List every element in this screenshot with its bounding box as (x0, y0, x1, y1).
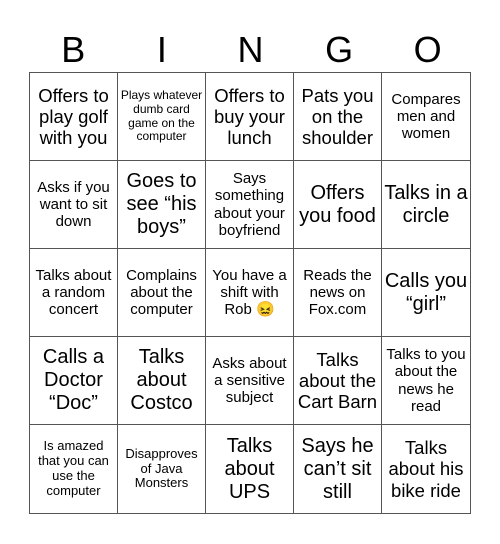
bingo-cell-text: Calls a Doctor “Doc” (42, 346, 105, 414)
bingo-cell-text: Offers to buy your lunch (214, 84, 285, 149)
bingo-cell-text: Talks about Costco (130, 346, 193, 414)
bingo-cell-text: Says he can’t sit still (301, 434, 374, 503)
bingo-cell[interactable]: Offers to play golf with you (30, 73, 118, 161)
bingo-cell-text: Says something about your boyfriend (214, 170, 285, 239)
bingo-cell[interactable]: Asks if you want to sit down (30, 161, 118, 249)
header-letter-b: B (61, 29, 86, 70)
header-letter-i: I (156, 29, 167, 70)
bingo-cell-text: Reads the news on Fox.com (303, 266, 372, 319)
bingo-cell-text: Talks about a random concert (35, 266, 112, 319)
bingo-cell[interactable]: Says something about your boyfriend (206, 161, 294, 249)
bingo-cell[interactable]: Offers you food (294, 161, 382, 249)
bingo-cell-text: Offers you food (299, 181, 376, 227)
bingo-cell-text: Asks about a sensitive subject (212, 354, 287, 407)
bingo-cell-text: Disapproves of Java Monsters (125, 445, 198, 491)
bingo-cell-text: Compares men and women (391, 90, 461, 143)
bingo-cell-text: Plays whatever dumb card game on the com… (120, 87, 203, 144)
header-letter-g: G (325, 29, 354, 70)
bingo-cell-text: Is amazed that you can use the computer (38, 438, 109, 498)
bingo-cell[interactable]: Complains about the computer (118, 249, 206, 337)
bingo-cell[interactable]: Talks in a circle (382, 161, 470, 249)
bingo-cell-text: Talks about the Cart Barn (297, 348, 378, 413)
bingo-cell[interactable]: Talks about his bike ride (382, 425, 470, 513)
bingo-header: B I N G O (29, 28, 472, 72)
bingo-cell[interactable]: Disapproves of Java Monsters (118, 425, 206, 513)
bingo-cell[interactable]: Pats you on the shoulder (294, 73, 382, 161)
bingo-cell-text: Pats you on the shoulder (301, 84, 374, 149)
bingo-cell[interactable]: Compares men and women (382, 73, 470, 161)
bingo-cell[interactable]: Reads the news on Fox.com (294, 249, 382, 337)
bingo-cell[interactable]: Talks about UPS (206, 425, 294, 513)
bingo-cell-text: Talks in a circle (384, 181, 468, 227)
header-letter-n: N (237, 29, 264, 70)
bingo-cell[interactable]: Asks about a sensitive subject (206, 337, 294, 425)
bingo-cell-text: Talks about UPS (224, 434, 275, 503)
bingo-cell[interactable]: Talks about Costco (118, 337, 206, 425)
bingo-cell-text: Calls you “girl” (384, 269, 468, 315)
bingo-cell-text: Asks if you want to sit down (37, 178, 110, 231)
bingo-cell[interactable]: You have a shift with Rob 😖 (206, 249, 294, 337)
bingo-cell-text: Goes to see “his boys” (126, 170, 197, 238)
bingo-cell-text: You have a shift with Rob 😖 (212, 266, 287, 319)
bingo-cell[interactable]: Talks to you about the news he read (382, 337, 470, 425)
bingo-cell[interactable]: Talks about a random concert (30, 249, 118, 337)
bingo-cell[interactable]: Goes to see “his boys” (118, 161, 206, 249)
header-letter-o: O (413, 29, 442, 70)
bingo-cell[interactable]: Is amazed that you can use the computer (30, 425, 118, 513)
bingo-cell-text: Offers to play golf with you (38, 84, 109, 149)
bingo-cell-text: Talks to you about the news he read (386, 346, 466, 415)
bingo-cell-text: Complains about the computer (126, 266, 197, 319)
bingo-cell[interactable]: Says he can’t sit still (294, 425, 382, 513)
bingo-cell[interactable]: Plays whatever dumb card game on the com… (118, 73, 206, 161)
bingo-cell[interactable]: Offers to buy your lunch (206, 73, 294, 161)
bingo-cell[interactable]: Calls a Doctor “Doc” (30, 337, 118, 425)
bingo-cell[interactable]: Calls you “girl” (382, 249, 470, 337)
bingo-grid: Offers to play golf with you Plays whatev… (29, 72, 471, 514)
bingo-cell-text: Talks about his bike ride (388, 437, 464, 501)
bingo-cell[interactable]: Talks about the Cart Barn (294, 337, 382, 425)
